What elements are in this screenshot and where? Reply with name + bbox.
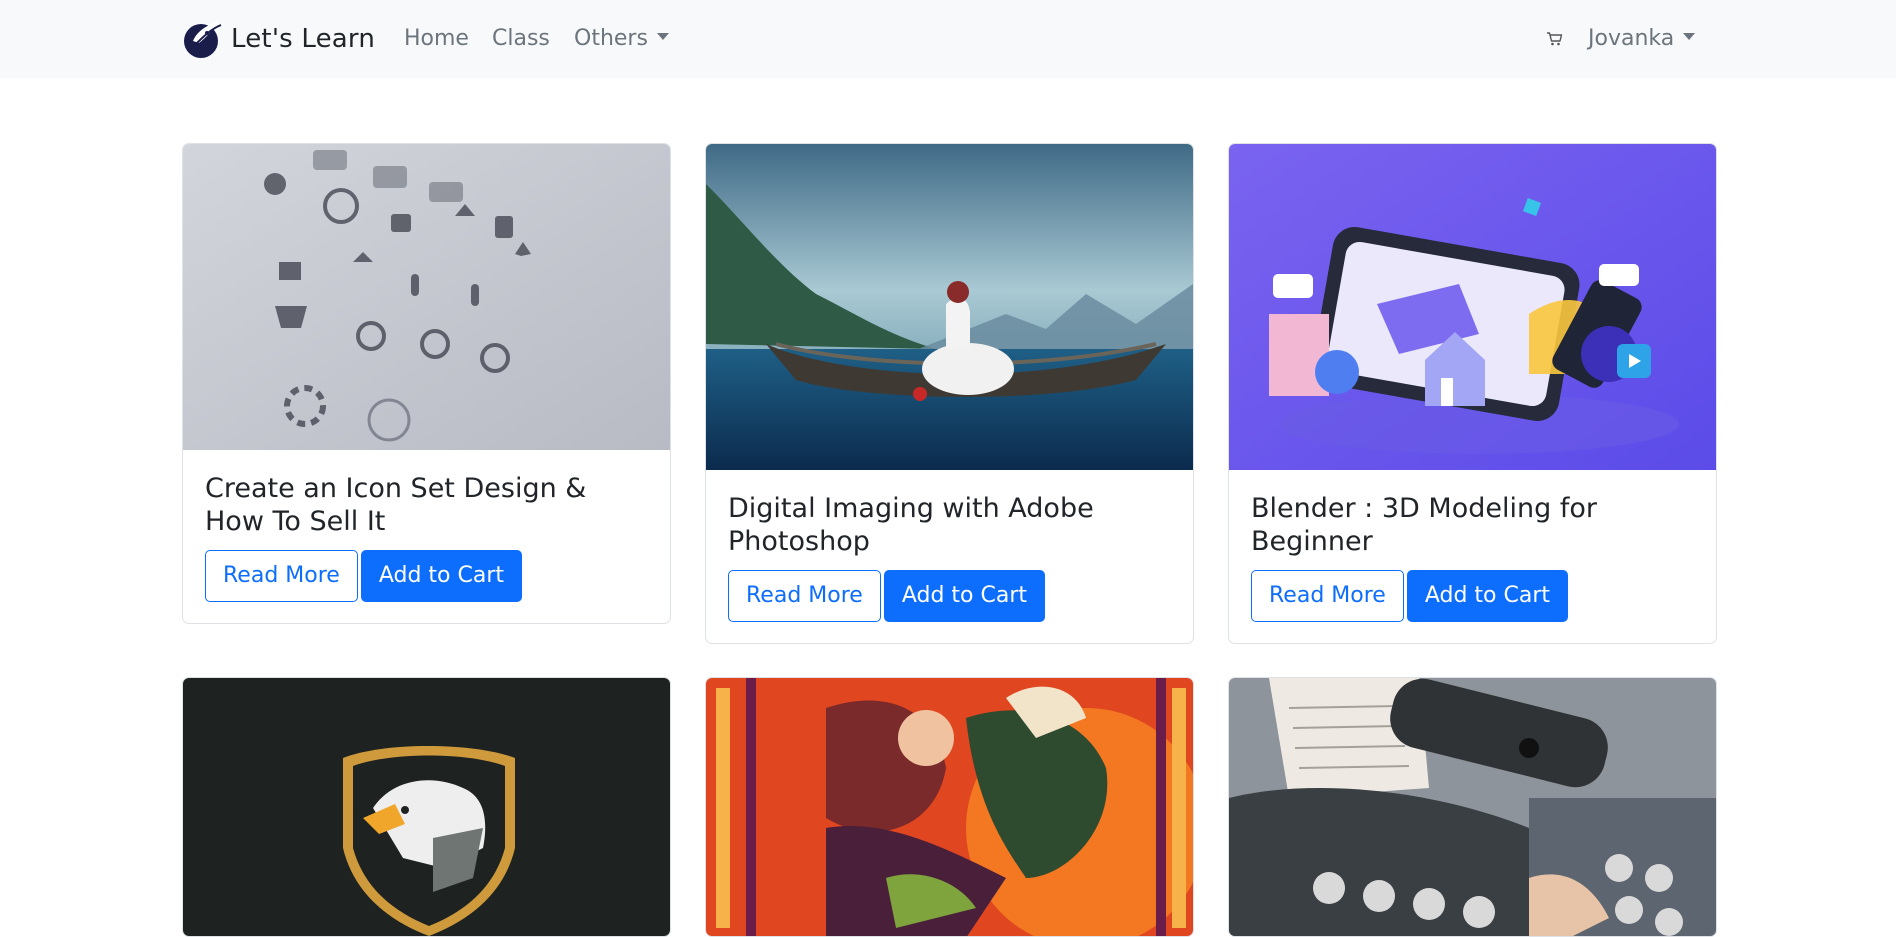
course-title: Create an Icon Set Design & How To Sell … xyxy=(205,473,587,537)
nav-class-link[interactable]: Class xyxy=(492,25,550,53)
course-thumbnail-blender xyxy=(1229,144,1716,470)
brand-link[interactable]: Let's Learn xyxy=(183,19,375,59)
brand-logo-icon xyxy=(184,21,222,58)
course-card: Digital Imaging with Adobe Photoshop Rea… xyxy=(705,143,1194,644)
read-more-button[interactable]: Read More xyxy=(205,550,358,602)
chevron-down-icon xyxy=(1683,32,1696,40)
course-card xyxy=(705,677,1194,937)
nav-others-dropdown[interactable]: Others xyxy=(574,25,669,53)
add-to-cart-button[interactable]: Add to Cart xyxy=(883,570,1045,622)
navbar: Let's Learn Home Class Others Jovanka xyxy=(0,0,1896,78)
card-body: Blender : 3D Modeling for Beginner Read … xyxy=(1229,470,1716,643)
course-thumbnail-icon-set xyxy=(183,144,670,450)
course-thumbnail-typewriter xyxy=(1229,678,1716,936)
course-thumbnail-digital-imaging xyxy=(706,144,1193,470)
nav-home-link[interactable]: Home xyxy=(404,25,469,53)
cart-icon xyxy=(1547,32,1563,46)
course-card xyxy=(182,677,671,937)
cart-button[interactable] xyxy=(1546,30,1564,48)
course-card xyxy=(1228,677,1717,937)
user-dropdown[interactable]: Jovanka xyxy=(1588,25,1696,53)
brand-name: Let's Learn xyxy=(231,24,376,54)
read-more-button[interactable]: Read More xyxy=(1251,570,1404,622)
card-body: Create an Icon Set Design & How To Sell … xyxy=(183,450,670,623)
course-title: Blender : 3D Modeling for Beginner xyxy=(1251,493,1597,557)
course-card: Create an Icon Set Design & How To Sell … xyxy=(182,143,671,624)
read-more-button[interactable]: Read More xyxy=(728,570,881,622)
course-thumbnail-illustration xyxy=(706,678,1193,936)
nav-others-label: Others xyxy=(574,26,648,51)
course-thumbnail-eagle-logo xyxy=(183,678,670,936)
add-to-cart-button[interactable]: Add to Cart xyxy=(360,550,522,602)
chevron-down-icon xyxy=(656,32,669,40)
course-title: Digital Imaging with Adobe Photoshop xyxy=(728,493,1094,557)
user-name: Jovanka xyxy=(1588,26,1675,51)
course-card: Blender : 3D Modeling for Beginner Read … xyxy=(1228,143,1717,644)
card-body: Digital Imaging with Adobe Photoshop Rea… xyxy=(706,470,1193,643)
add-to-cart-button[interactable]: Add to Cart xyxy=(1406,570,1568,622)
